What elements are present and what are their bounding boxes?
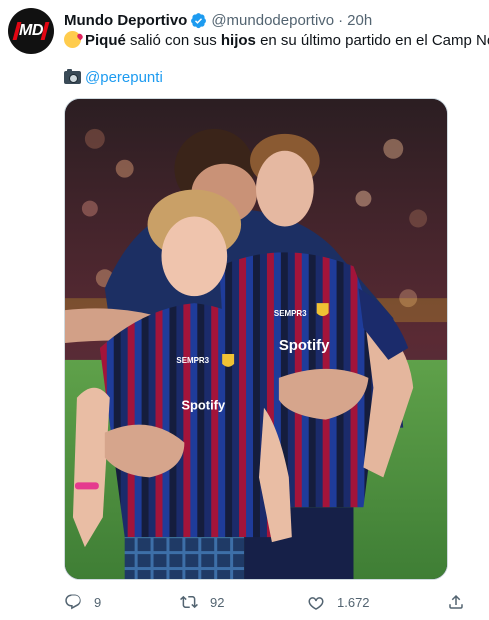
photo-credit: @perepunti bbox=[64, 68, 163, 88]
kit-sponsor-sleeve-small: SEMPR3 bbox=[176, 356, 209, 365]
tweet-actions: 9 92 1.672 bbox=[64, 590, 468, 614]
share-icon bbox=[449, 594, 463, 609]
tweet-text-middle: salió con sus bbox=[125, 32, 221, 49]
tweet-photo[interactable]: Spotify Spotify SEMPR3 SEMPR3 bbox=[64, 98, 448, 580]
reply-icon bbox=[65, 594, 81, 610]
avatar-logo-text: MD bbox=[19, 22, 43, 39]
like-count: 1.672 bbox=[337, 594, 370, 610]
retweet-button[interactable]: 92 bbox=[180, 590, 224, 614]
verified-badge-icon bbox=[191, 12, 207, 28]
camera-emoji-icon bbox=[64, 69, 81, 84]
reply-button[interactable]: 9 bbox=[64, 590, 101, 614]
photo-illustration: Spotify Spotify SEMPR3 SEMPR3 bbox=[65, 99, 447, 579]
reply-count: 9 bbox=[94, 594, 102, 610]
retweet-icon bbox=[180, 595, 198, 609]
kit-sponsor-small: Spotify bbox=[181, 398, 226, 413]
header-separator: · bbox=[338, 11, 344, 29]
like-button[interactable]: 1.672 bbox=[307, 590, 370, 614]
tweet-text-hijos: hijos bbox=[220, 32, 256, 49]
mundo-deportivo-logo: MD bbox=[12, 20, 50, 42]
kit-sponsor-sleeve-large: SEMPR3 bbox=[274, 309, 307, 318]
club-crest-icon bbox=[222, 353, 235, 367]
tweet-card[interactable]: MD Mundo Deportivo @mundodeportivo · 20h… bbox=[0, 0, 489, 620]
retweet-count: 92 bbox=[210, 594, 225, 610]
tweet-text: Piqué salió con sus hijos en su último p… bbox=[64, 31, 489, 51]
kit-sponsor-large: Spotify bbox=[279, 337, 330, 354]
tweet-text-pique: Piqué bbox=[85, 32, 126, 49]
like-icon bbox=[308, 597, 324, 610]
share-button[interactable] bbox=[447, 590, 465, 614]
avatar[interactable]: MD bbox=[8, 8, 54, 54]
tweet-text-end: en su último partido en el Camp Nou bbox=[255, 32, 489, 49]
kiss-emoji-icon bbox=[64, 31, 81, 48]
mention-link[interactable]: @perepunti bbox=[85, 69, 163, 86]
tweet-header: Mundo Deportivo @mundodeportivo · 20h bbox=[64, 10, 372, 30]
author-handle[interactable]: @mundodeportivo bbox=[211, 12, 334, 29]
tweet-timestamp[interactable]: 20h bbox=[347, 12, 372, 29]
author-display-name[interactable]: Mundo Deportivo bbox=[64, 12, 187, 29]
club-crest-icon bbox=[316, 303, 329, 317]
